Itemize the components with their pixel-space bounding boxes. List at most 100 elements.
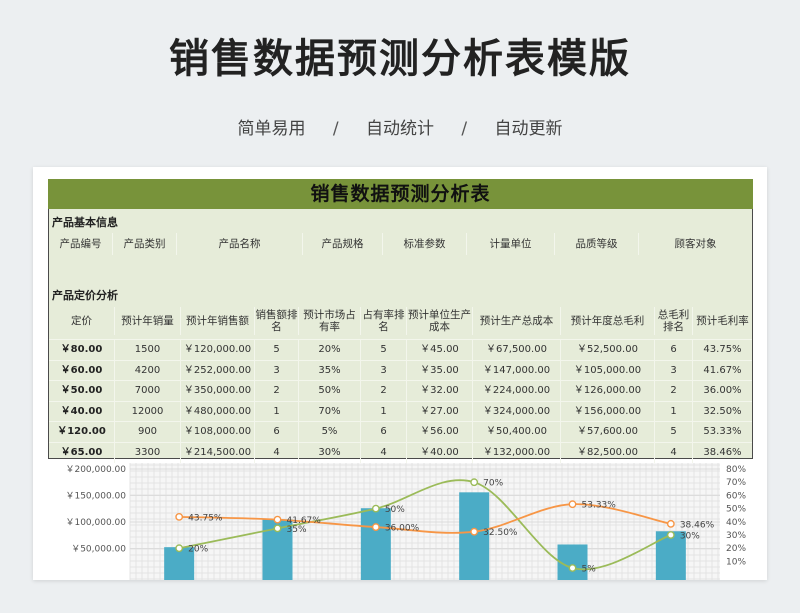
- table-cell: 6: [255, 422, 299, 442]
- column-header: 预计单位生产成本: [408, 307, 473, 335]
- line-point: [175, 544, 184, 553]
- table-row: ￥80.00 1500 ￥120,000.00 5 20% 5 ￥45.00 ￥67,500.…: [49, 339, 752, 360]
- table-cell: 1: [361, 401, 407, 422]
- table-cell: 41.67%: [703, 364, 742, 376]
- table-row: ￥40.00 12000 ￥480,000.00 1 70% 1 ￥27.00 ￥324,00…: [49, 400, 752, 422]
- column-header: 总毛利排名: [655, 307, 693, 335]
- table-cell: ￥120,000.00: [181, 340, 255, 360]
- pricing-header-row: 定价 预计年销量 预计年销售额 销售额排名 预计市场占有率 占有率排名 预计单位生产成本 预计…: [49, 307, 752, 335]
- table-cell: 1: [655, 401, 693, 422]
- data-label: 41.67%: [287, 516, 322, 526]
- subtitle-separator: /: [332, 119, 339, 139]
- subtitle-separator: /: [461, 119, 468, 139]
- table-cell: 4: [655, 442, 693, 463]
- table-cell: 36.00%: [703, 385, 742, 396]
- table-cell: ￥50.00: [49, 381, 115, 401]
- table-cell: 4: [361, 442, 407, 463]
- chart-area: ￥200,000.00 ￥150,000.00 ￥100,000.00 ￥50,000…: [50, 463, 753, 580]
- y-left-tick-label: ￥150,000.00: [65, 492, 126, 502]
- line-point: [568, 564, 577, 572]
- data-label: 70%: [483, 479, 503, 489]
- table-cell: ￥57,600.00: [561, 422, 655, 442]
- data-label: 35%: [287, 525, 307, 535]
- table-cell: ￥252,000.00: [181, 360, 255, 381]
- table-row: ￥50.00 7000 ￥350,000.00 2 50% 2 ￥32.00 ￥224,000…: [49, 380, 752, 401]
- y-right-tick-label: 40%: [726, 518, 746, 528]
- data-label: 5%: [582, 565, 597, 575]
- table-cell: ￥156,000.00: [561, 401, 655, 422]
- table-cell: 5: [655, 422, 693, 442]
- column-header: 预计毛利率: [696, 315, 749, 327]
- table-cell: 5: [361, 340, 407, 360]
- y-right-tick-label: 60%: [726, 491, 746, 501]
- table-cell: ￥480,000.00: [181, 401, 255, 422]
- table-cell: ￥52,500.00: [561, 340, 655, 360]
- table-cell: 2: [655, 381, 693, 401]
- column-header: 标准参数: [383, 233, 467, 255]
- table-cell: 2: [255, 381, 299, 401]
- table-cell: ￥105,000.00: [561, 360, 655, 381]
- table-cell: ￥60.00: [49, 360, 115, 381]
- table-cell: ￥126,000.00: [561, 381, 655, 401]
- bar: [557, 544, 588, 580]
- table-cell: ￥56.00: [407, 422, 473, 442]
- table-cell: ￥350,000.00: [181, 381, 255, 401]
- y-right-tick-label: 50%: [726, 505, 746, 515]
- line-point: [470, 527, 479, 536]
- section-pricing: 产品定价分析: [52, 289, 118, 302]
- line-point: [568, 500, 577, 509]
- table-cell: ￥27.00: [407, 401, 473, 422]
- table-cell: 6: [361, 422, 407, 442]
- table-cell: ￥108,000.00: [181, 422, 255, 442]
- line-point: [175, 512, 184, 521]
- subtitle-item: 自动统计: [366, 119, 434, 139]
- column-header: 预计年销量: [115, 307, 181, 335]
- line-point: [273, 515, 282, 524]
- column-header: 产品类别: [113, 233, 177, 255]
- line-point: [666, 531, 675, 539]
- table-cell: 4: [255, 442, 299, 463]
- table-cell: 3: [655, 360, 693, 381]
- table-cell: 5: [255, 340, 299, 360]
- column-header: 产品规格: [303, 233, 383, 255]
- table-cell: ￥224,000.00: [473, 381, 561, 401]
- table-cell: 3: [255, 360, 299, 381]
- table-cell: 53.33%: [703, 426, 742, 437]
- data-label: 38.46%: [680, 520, 715, 530]
- column-header: 定价: [49, 307, 115, 335]
- spreadsheet-preview: 销售数据预测分析表 产品基本信息 产品编号 产品类别 产品名称 产品规格 标准参数 计量单…: [33, 167, 767, 580]
- table-cell: 12000: [115, 401, 181, 422]
- subtitle-item: 简单易用: [237, 119, 306, 139]
- column-header: 销售额排名: [255, 307, 299, 335]
- column-header: 计量单位: [467, 233, 555, 255]
- line-point: [371, 523, 380, 531]
- table-cell: ￥120.00: [49, 422, 115, 442]
- basic-header-row: 产品编号 产品类别 产品名称 产品规格 标准参数 计量单位 品质等级 顾客对象: [49, 233, 752, 255]
- table-cell: ￥80.00: [49, 340, 115, 360]
- table-cell: 70%: [299, 401, 361, 422]
- y-right-tick-label: 80%: [726, 465, 746, 475]
- line-point: [666, 519, 675, 528]
- data-label: 20%: [188, 545, 208, 555]
- table-cell: ￥147,000.00: [473, 360, 561, 381]
- table-cell: 3: [361, 360, 407, 381]
- line-point: [470, 478, 479, 487]
- data-label: 53.33%: [582, 501, 617, 511]
- table-cell: ￥45.00: [407, 340, 473, 360]
- bar: [360, 508, 391, 580]
- column-header: 预计生产总成本: [473, 307, 561, 335]
- table-cell: ￥214,500.00: [181, 442, 255, 463]
- table-cell: 5%: [299, 422, 361, 442]
- data-label: 30%: [680, 532, 700, 542]
- combo-chart: ￥200,000.00 ￥150,000.00 ￥100,000.00 ￥50,000…: [65, 463, 746, 580]
- column-header: 预计年销售额: [181, 307, 255, 335]
- y-right-tick-label: 10%: [726, 557, 746, 567]
- data-label: 43.75%: [188, 513, 223, 523]
- table-cell: 35%: [299, 360, 361, 381]
- table-cell: ￥40.00: [407, 442, 473, 463]
- column-header: 品质等级: [555, 233, 639, 255]
- table-cell: ￥82,500.00: [561, 442, 655, 463]
- data-label: 32.50%: [483, 528, 518, 538]
- table-cell: 2: [361, 381, 407, 401]
- subtitle-item: 自动更新: [494, 119, 563, 139]
